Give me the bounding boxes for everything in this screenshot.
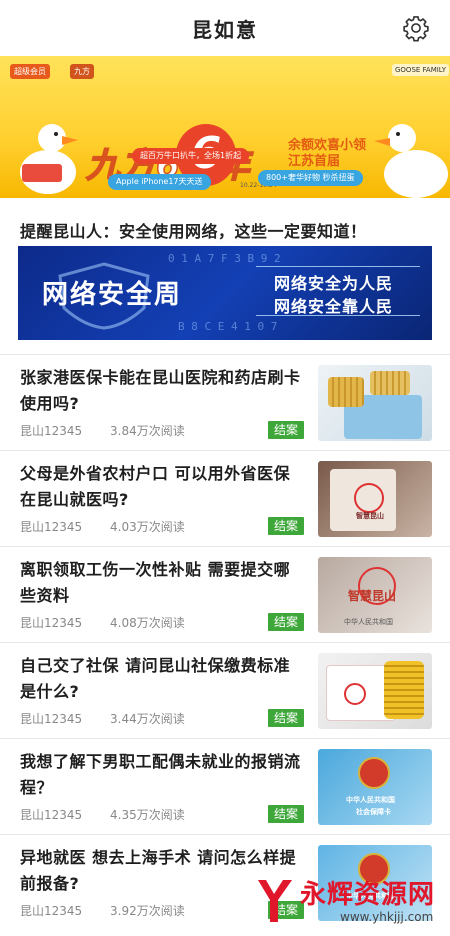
banner-pill-sale: 超百万牛口扒牛，全场1折起: [132, 148, 250, 164]
promo-banner[interactable]: 超级会员 九方 GOOSE FAMILY 九方6周年 6 余额欢喜小领 江苏首届…: [0, 56, 450, 198]
item-source: 昆山12345: [20, 712, 83, 726]
item-source: 昆山12345: [20, 904, 83, 918]
item-source: 昆山12345: [20, 520, 83, 534]
item-source: 昆山12345: [20, 616, 83, 630]
settings-gear-icon[interactable]: [402, 14, 430, 42]
item-question: 张家港医保卡能在昆山医院和药店刷卡使用吗?: [20, 368, 301, 413]
security-slogan-2: 网络安全靠人民: [274, 297, 394, 316]
banner-pill-gifts: 800+奢华好物 秒杀扭蛋: [258, 170, 363, 186]
banner-logo-left: 超级会员: [10, 64, 50, 79]
list-item[interactable]: 我想了解下男职工配偶未就业的报销流程？ 昆山12345 4.35万次阅读 结案 …: [0, 738, 450, 834]
emblem-icon: [358, 757, 390, 789]
list-item[interactable]: 张家港医保卡能在昆山医院和药店刷卡使用吗? 昆山12345 3.84万次阅读 结…: [0, 354, 450, 450]
thumb-stamp-text: 智慧昆山: [348, 589, 397, 603]
item-read-count: 3.92万次阅读: [110, 904, 185, 918]
security-week-banner[interactable]: 0 1 A 7 F 3 B 9 2 B 8 C E 4 1 0 7 网络安全周 …: [18, 246, 432, 340]
item-question: 我想了解下男职工配偶未就业的报销流程？: [20, 752, 301, 797]
banner-logo-brand: 九方: [70, 64, 94, 79]
banner-pagination: [420, 186, 440, 190]
article-headline[interactable]: 提醒昆山人：安全使用网络，这些一定要知道！: [20, 218, 432, 242]
item-source: 昆山12345: [20, 808, 83, 822]
item-thumbnail: 智慧昆山 中华人民共和国: [318, 557, 432, 633]
content-panel: 提醒昆山人：安全使用网络，这些一定要知道！ 0 1 A 7 F 3 B 9 2 …: [0, 198, 450, 936]
banner-right-line1: 余额欢喜小领: [288, 138, 367, 153]
coins-shape: [328, 377, 364, 407]
app-header: 昆如意: [0, 0, 450, 56]
watermark-url: www.yhkjjj.com: [340, 910, 434, 924]
status-badge: 结案: [268, 613, 305, 631]
list-item[interactable]: 离职领取工伤一次性补贴 需要提交哪些资料 昆山12345 4.08万次阅读 结案…: [0, 546, 450, 642]
banner-right-line2: 江苏首届: [288, 154, 341, 169]
item-read-count: 4.03万次阅读: [110, 520, 185, 534]
item-thumbnail: [318, 365, 432, 441]
coins-shape: [370, 371, 410, 395]
list-item[interactable]: 自己交了社保 请问昆山社保缴费标准是什么? 昆山12345 3.44万次阅读 结…: [0, 642, 450, 738]
item-question: 父母是外省农村户口 可以用外省医保在昆山就医吗?: [20, 464, 291, 509]
status-badge: 结案: [268, 709, 305, 727]
item-thumbnail: [318, 653, 432, 729]
watermark-logo-icon: [258, 880, 292, 922]
item-read-count: 3.84万次阅读: [110, 424, 185, 438]
status-badge: 结案: [268, 805, 305, 823]
banner-dot[interactable]: [428, 186, 432, 190]
banner-dot[interactable]: [420, 186, 424, 190]
item-thumbnail: 智慧昆山: [318, 461, 432, 537]
banner-dot[interactable]: [436, 186, 440, 190]
thumb-card-label2: 社会保障卡: [356, 808, 391, 816]
site-watermark: 永辉资源网 www.yhkjjj.com: [254, 872, 450, 932]
banner-corner-badge: GOOSE FAMILY: [392, 64, 450, 76]
item-read-count: 4.35万次阅读: [110, 808, 185, 822]
item-question: 离职领取工伤一次性补贴 需要提交哪些资料: [20, 560, 291, 605]
item-read-count: 3.44万次阅读: [110, 712, 185, 726]
security-week-title: 网络安全周: [42, 280, 183, 310]
stamp-icon: [344, 683, 366, 705]
item-read-count: 4.08万次阅读: [110, 616, 185, 630]
list-item[interactable]: 父母是外省农村户口 可以用外省医保在昆山就医吗? 昆山12345 4.03万次阅…: [0, 450, 450, 546]
app-title: 昆如意: [192, 17, 258, 42]
thumb-stamp-text: 智慧昆山: [356, 512, 384, 520]
stamp-icon: [354, 483, 384, 513]
coins-shape: [384, 661, 424, 719]
status-badge: 结案: [268, 421, 305, 439]
banner-pill-iphone: Apple iPhone17天天送: [108, 174, 211, 190]
banner-code-deco: 0 1 A 7 F 3 B 9 2: [168, 252, 281, 265]
security-slogan-1: 网络安全为人民: [274, 274, 394, 293]
item-question: 自己交了社保 请问昆山社保缴费标准是什么?: [20, 656, 291, 701]
status-badge: 结案: [268, 517, 305, 535]
thumb-card-label: 中华人民共和国: [346, 796, 395, 804]
item-thumbnail: 中华人民共和国 社会保障卡: [318, 749, 432, 825]
item-source: 昆山12345: [20, 424, 83, 438]
banner-right-slogan: 余额欢喜小领 江苏首届: [288, 138, 366, 170]
watermark-text: 永辉资源网: [300, 880, 436, 910]
duck-mascot-left: [20, 124, 78, 194]
banner-code-deco: B 8 C E 4 1 0 7: [178, 320, 278, 333]
thumb-card-label: 中华人民共和国: [344, 618, 393, 626]
